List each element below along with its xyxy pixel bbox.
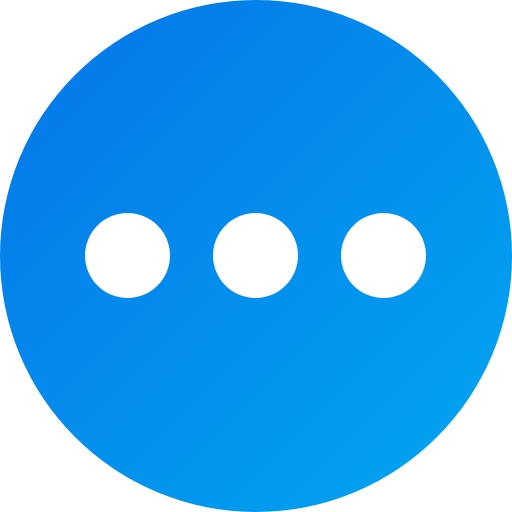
icon-canvas: [0, 0, 512, 512]
more-options-icon-dot: [341, 213, 426, 298]
more-options-icon-dot: [213, 213, 298, 298]
more-options-icon-dot: [85, 213, 170, 298]
more-options-button[interactable]: [0, 0, 512, 512]
